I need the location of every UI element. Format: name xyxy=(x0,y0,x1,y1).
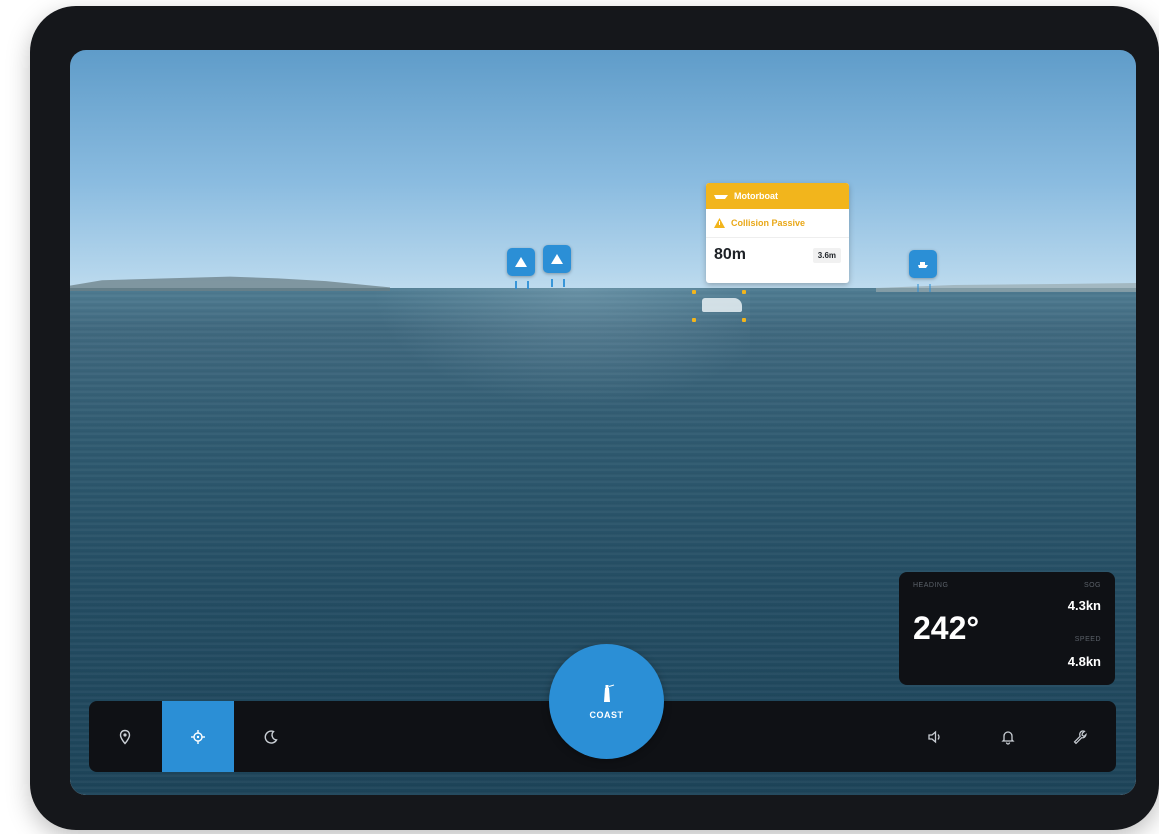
warning-icon xyxy=(714,218,725,228)
waypoint-button[interactable] xyxy=(89,701,161,772)
selection-corner xyxy=(742,318,746,322)
range-label: SPEED xyxy=(1074,636,1101,643)
bell-icon xyxy=(1001,730,1015,745)
target-time: 3.6m xyxy=(812,247,841,263)
speed-value: 4.3kn xyxy=(1067,598,1101,613)
selection-corner xyxy=(692,318,696,322)
marker-anchor xyxy=(515,281,529,289)
tracked-vessel[interactable] xyxy=(702,298,742,312)
vessel-marker[interactable] xyxy=(909,250,937,278)
alerts-button[interactable] xyxy=(972,701,1044,772)
triangle-buoy-icon xyxy=(515,257,527,267)
sound-button[interactable] xyxy=(899,701,971,772)
target-mode-button[interactable] xyxy=(162,701,234,772)
coast-mode-button[interactable]: COAST xyxy=(549,644,664,759)
vessel-type: Motorboat xyxy=(734,191,778,201)
triangle-buoy-icon xyxy=(551,254,563,264)
coastline-right xyxy=(876,283,1136,292)
wrench-icon xyxy=(1073,729,1087,744)
speaker-icon xyxy=(928,730,940,743)
night-mode-button[interactable] xyxy=(235,701,307,772)
range-value: 4.8kn xyxy=(1067,654,1101,669)
heading-label: HEADING xyxy=(913,582,949,589)
alert-text: Collision Passive xyxy=(731,218,806,228)
target-info-card[interactable]: Motorboat Collision Passive 80m 3.6m xyxy=(706,183,849,283)
card-header: Motorboat xyxy=(706,183,849,209)
boat-icon xyxy=(714,195,728,199)
marker-anchor xyxy=(551,279,565,287)
boat-icon xyxy=(918,262,928,268)
target-distance: 80m xyxy=(714,246,747,263)
crosshair-icon xyxy=(191,729,205,744)
lighthouse-icon xyxy=(603,684,614,702)
buoy-marker[interactable] xyxy=(507,248,535,276)
map-pin-icon xyxy=(119,729,131,745)
collision-alert: Collision Passive xyxy=(706,209,849,238)
boat-wake xyxy=(370,288,750,408)
settings-button[interactable] xyxy=(1044,701,1116,772)
heading-value: 242° xyxy=(913,610,980,646)
speed-label: SOG xyxy=(1083,582,1101,589)
navigation-panel: HEADING 242° SOG 4.3kn SPEED 4.8kn xyxy=(899,572,1115,685)
selection-corner xyxy=(692,290,696,294)
ar-camera-view: Motorboat Collision Passive 80m 3.6m HEA… xyxy=(70,50,1136,795)
marker-anchor xyxy=(917,284,931,292)
moon-icon xyxy=(264,729,278,744)
coast-mode-label: COAST xyxy=(589,709,624,720)
selection-corner xyxy=(742,290,746,294)
buoy-marker[interactable] xyxy=(543,245,571,273)
coastline-left xyxy=(70,276,390,291)
